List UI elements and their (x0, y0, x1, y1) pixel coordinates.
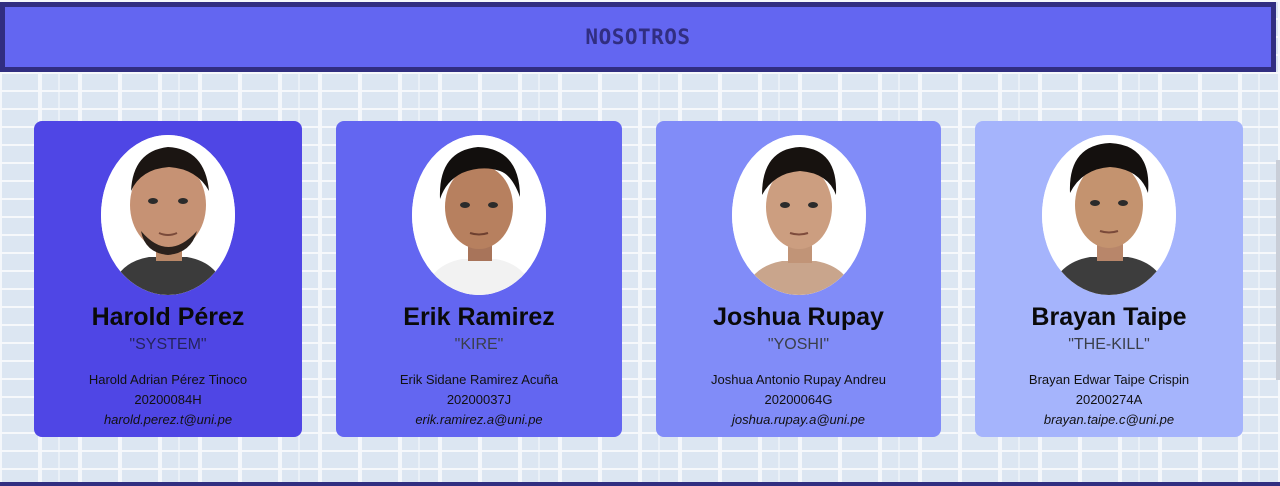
bottom-border (0, 482, 1280, 486)
member-code: 20200084H (134, 392, 202, 407)
member-alias: "KIRE" (454, 336, 504, 353)
member-photo (101, 135, 235, 295)
member-photo (1042, 135, 1176, 295)
member-full-name: Joshua Antonio Rupay Andreu (711, 372, 886, 387)
member-name: Erik Ramirez (403, 303, 555, 331)
member-name: Harold Pérez (91, 303, 245, 331)
member-full-name: Harold Adrian Pérez Tinoco (88, 372, 248, 387)
member-code: 20200274A (1075, 392, 1143, 407)
page-title: NOSOTROS (585, 25, 691, 49)
member-photo (731, 135, 866, 295)
member-card-brayan: Brayan Taipe "THE-KILL" Brayan Edwar Tai… (975, 121, 1243, 437)
member-alias: "SYSTEM" (129, 336, 207, 353)
member-photo (412, 135, 546, 295)
page-header: NOSOTROS (0, 2, 1276, 72)
member-name: Joshua Rupay (713, 303, 884, 331)
member-card-erik: Erik Ramirez "KIRE" Erik Sidane Ramirez … (336, 121, 622, 437)
member-alias: "YOSHI" (767, 336, 830, 353)
member-code: 20200037J (446, 392, 512, 407)
member-email: joshua.rupay.a@uni.pe (732, 412, 865, 427)
member-code: 20200064G (764, 392, 833, 407)
member-email: harold.perez.t@uni.pe (103, 412, 233, 427)
member-email: brayan.taipe.c@uni.pe (1043, 412, 1175, 427)
member-email: erik.ramirez.a@uni.pe (415, 412, 543, 427)
member-card-joshua: Joshua Rupay "YOSHI" Joshua Antonio Rupa… (656, 121, 941, 437)
member-full-name: Brayan Edwar Taipe Crispin (1028, 372, 1190, 387)
member-full-name: Erik Sidane Ramirez Acuña (399, 372, 559, 387)
member-name: Brayan Taipe (1031, 303, 1187, 331)
scrollbar[interactable] (1276, 160, 1280, 380)
member-card-harold: Harold Pérez "SYSTEM" Harold Adrian Pére… (34, 121, 302, 437)
member-alias: "THE-KILL" (1068, 336, 1150, 353)
